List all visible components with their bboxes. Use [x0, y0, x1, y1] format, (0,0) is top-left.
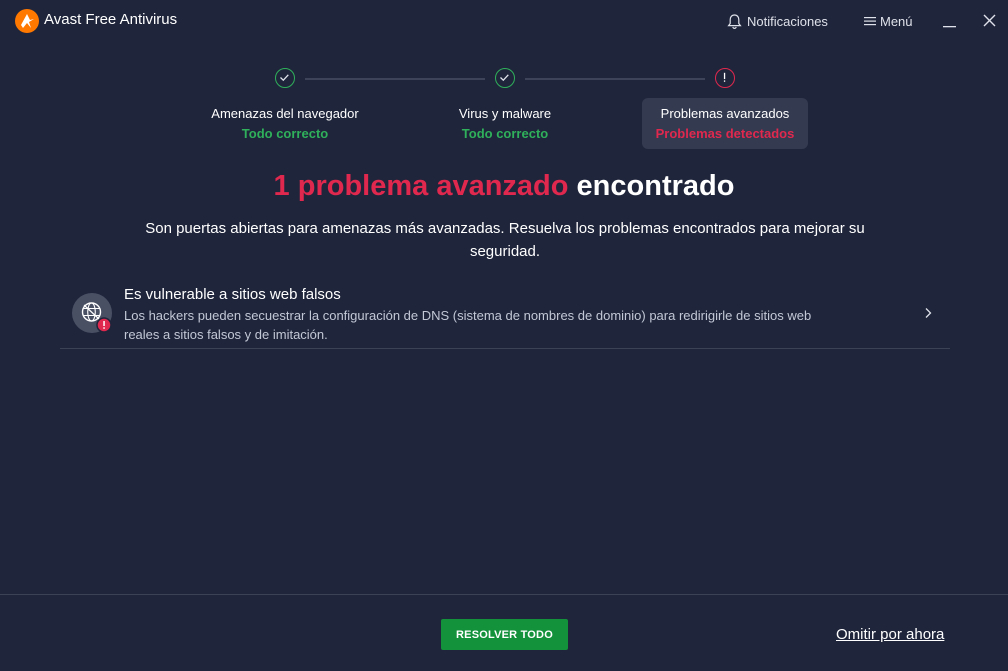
step-connector [525, 78, 705, 80]
title-bar: Avast Free Antivirus Notificaciones Menú [0, 0, 1008, 42]
avast-logo-icon [15, 9, 39, 33]
check-icon [500, 74, 509, 82]
step-3-label: Problemas avanzados [660, 106, 790, 121]
step-2-status: Todo correcto [461, 126, 549, 141]
page-title-rest: encontrado [576, 170, 735, 202]
globe-warning-icon [72, 293, 112, 333]
hamburger-icon [864, 17, 876, 26]
step-3-status: Problemas detectados [655, 126, 795, 141]
chevron-right-icon [925, 308, 932, 318]
skip-for-now-link[interactable]: Omitir por ahora [836, 626, 944, 643]
minimize-button[interactable] [940, 10, 960, 32]
notifications-button[interactable]: Notificaciones [726, 10, 828, 32]
footer-divider [0, 594, 1008, 595]
resolve-all-button[interactable]: RESOLVER TODO [441, 619, 568, 650]
page-subtitle: Son puertas abiertas para amenazas más a… [145, 220, 865, 260]
page-title: 1 problema avanzado encontrado [0, 170, 1008, 203]
app-title: Avast Free Antivirus [44, 11, 178, 28]
step-connector [305, 78, 485, 80]
step-2-label: Virus y malware [458, 106, 552, 121]
menu-button[interactable]: Menú [864, 10, 913, 32]
exclamation-icon [723, 72, 726, 82]
bell-icon [727, 13, 742, 29]
step-1-indicator [275, 68, 295, 88]
notifications-label: Notificaciones [747, 13, 828, 29]
page-title-highlight: 1 problema avanzado [273, 170, 569, 202]
step-3-indicator [715, 68, 735, 88]
step-1-status: Todo correcto [241, 126, 329, 141]
issue-row[interactable]: Es vulnerable a sitios web falsos Los ha… [60, 280, 950, 349]
menu-label: Menú [880, 13, 913, 29]
minimize-icon [943, 26, 956, 28]
issue-title: Es vulnerable a sitios web falsos [124, 286, 341, 303]
step-1-label: Amenazas del navegador [211, 106, 359, 121]
app-window: Avast Free Antivirus Notificaciones Menú [0, 0, 1008, 671]
close-button[interactable] [980, 10, 1000, 32]
check-icon [280, 74, 289, 82]
issue-description: Los hackers pueden secuestrar la configu… [124, 308, 812, 342]
step-2-indicator [495, 68, 515, 88]
close-icon [983, 14, 996, 27]
